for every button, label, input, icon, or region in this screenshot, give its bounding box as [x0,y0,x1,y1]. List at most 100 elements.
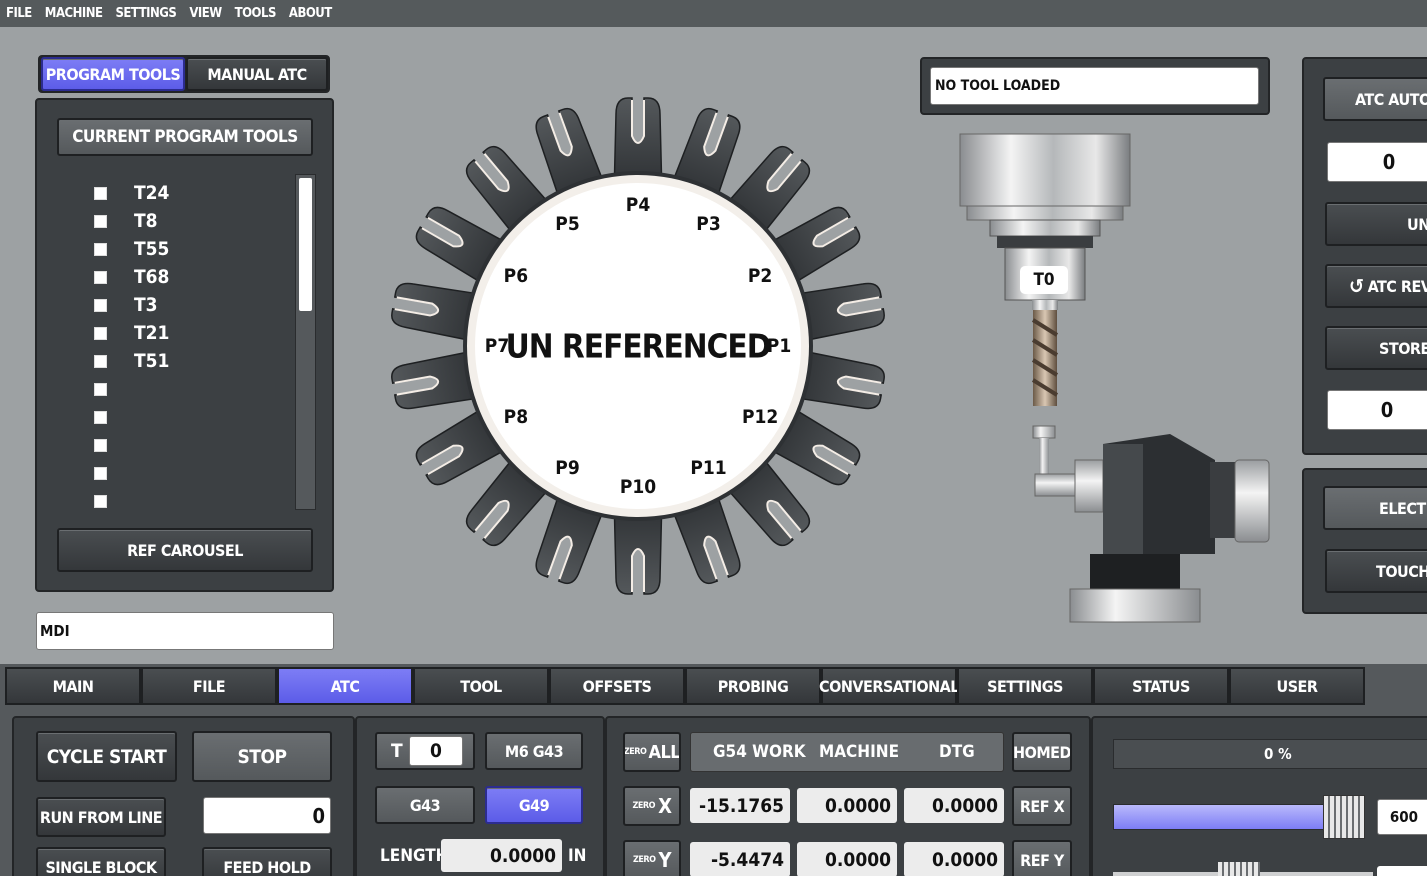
zero-y-axis-label: Y [658,848,672,872]
tool-number-input[interactable]: 0 [409,736,463,766]
tool-checkbox[interactable] [94,214,107,228]
tab-status[interactable]: STATUS [1093,667,1229,705]
tab-settings[interactable]: SETTINGS [957,667,1093,705]
tool-list-label: T3 [134,294,158,316]
tool-checkbox[interactable] [94,270,107,284]
tab-tool[interactable]: TOOL [413,667,549,705]
spindle-status-field: NO TOOL LOADED [930,67,1259,105]
menu-tools[interactable]: TOOLS [235,6,277,21]
tab-program-tools[interactable]: PROGRAM TOOLS [41,57,185,91]
x-machine-field: 0.0000 [797,788,897,823]
mdi-input[interactable]: MDI [36,612,334,650]
g49-button[interactable]: G49 [485,786,583,824]
tab-user[interactable]: USER [1229,667,1365,705]
homed-button[interactable]: HOMED [1012,732,1072,772]
tool-checkbox[interactable] [94,186,107,200]
tool-list-scrollbar[interactable] [295,174,316,510]
tool-length-field: 0.0000 [441,839,562,872]
tool-list-item[interactable] [58,375,134,403]
feed-hold-button[interactable]: FEED HOLD [202,847,332,876]
pocket-label: P8 [503,405,529,428]
tool-list-item[interactable]: T21 [58,319,169,347]
tool-checkbox[interactable] [94,410,107,424]
single-block-button[interactable]: SINGLE BLOCK [36,847,166,876]
atc-value-field-1[interactable]: 0 [1327,142,1427,182]
atc-value-field-2[interactable]: 0 [1327,390,1427,430]
tool-checkbox[interactable] [94,494,107,508]
tool-number-label: T [391,740,403,762]
tab-probing[interactable]: PROBING [685,667,821,705]
tool-list-item[interactable]: T51 [58,347,169,375]
ref-carousel-button[interactable]: REF CAROUSEL [57,528,313,572]
tool-checkbox[interactable] [94,354,107,368]
tool-checkbox[interactable] [94,298,107,312]
menu-machine[interactable]: MACHINE [45,6,103,21]
tool-list-item[interactable] [58,431,134,459]
atc-rev-button[interactable]: ↺ ATC REV [1325,264,1427,308]
rapid-override-handle[interactable] [1218,862,1260,876]
tool-list-item[interactable]: T8 [58,207,158,235]
tool-list-label: T24 [134,182,170,204]
scrollbar-thumb[interactable] [299,178,312,311]
tool-list-item[interactable] [58,459,134,487]
electronic-probe-button[interactable]: ELECTR [1323,486,1427,530]
pocket-label: P5 [555,212,580,235]
tab-offsets[interactable]: OFFSETS [549,667,685,705]
menu-about[interactable]: ABOUT [289,6,332,21]
tool-list-item[interactable] [58,487,134,515]
stop-button[interactable]: STOP [192,731,332,782]
g43-button[interactable]: G43 [375,786,475,824]
zero-y-button[interactable]: ZERO Y [623,840,681,876]
tool-checkbox[interactable] [94,242,107,256]
tab-atc[interactable]: ATC [277,667,413,705]
dro-header-machine: MACHINE [819,742,900,762]
y-work-field: -5.4474 [690,842,790,876]
tool-list-label: T21 [134,322,170,344]
run-from-line-button[interactable]: RUN FROM LINE [36,797,166,837]
tab-conversational[interactable]: CONVERSATIONAL [819,667,959,705]
dro-header-dtg: DTG [939,742,975,762]
tool-list-item[interactable]: T55 [58,235,169,263]
rapid-override-value[interactable] [1377,866,1427,876]
zero-x-small-label: ZERO [632,801,656,811]
carousel-status: UN REFERENCED [505,326,772,366]
atc-auto-button[interactable]: ATC AUTOM [1323,77,1427,121]
probe-tip-icon [1032,425,1056,439]
y-machine-field: 0.0000 [797,842,897,876]
ref-y-button[interactable]: REF Y [1012,840,1072,876]
zero-all-small-label: ZERO [623,747,647,757]
menu-bar: FILE MACHINE SETTINGS VIEW TOOLS ABOUT [0,0,1427,27]
touch-off-button[interactable]: TOUCH O [1325,549,1427,593]
tool-checkbox[interactable] [94,438,107,452]
tool-checkbox[interactable] [94,466,107,480]
tool-checkbox[interactable] [94,326,107,340]
atc-unload-button[interactable]: UNL [1325,202,1427,246]
zero-x-axis-label: X [658,794,672,818]
pocket-label: P3 [696,212,721,235]
m6-g43-button[interactable]: M6 G43 [485,732,583,770]
menu-settings[interactable]: SETTINGS [116,6,177,21]
dro-header-work: G54 WORK [713,742,806,762]
cycle-start-button[interactable]: CYCLE START [36,731,177,782]
run-from-line-input[interactable]: 0 [203,797,331,834]
tool-setter-graphic [1032,425,1270,623]
tab-manual-atc[interactable]: MANUAL ATC [186,57,328,91]
menu-view[interactable]: VIEW [189,6,222,21]
spindle-load-bar: 0 % [1113,739,1427,769]
zero-x-button[interactable]: ZERO X [623,786,681,826]
tool-checkbox[interactable] [94,382,107,396]
feed-override-handle[interactable] [1323,795,1365,839]
menu-file[interactable]: FILE [6,6,32,21]
tool-list-item[interactable]: T24 [58,179,169,207]
feed-override-value[interactable]: 600 [1377,799,1427,835]
tool-list-item[interactable]: T68 [58,263,169,291]
tool-list-label: T8 [134,210,158,232]
tool-list-item[interactable]: T3 [58,291,158,319]
tool-list-item[interactable] [58,403,134,431]
zero-all-button[interactable]: ZERO ALL [623,732,681,772]
store-tool-button[interactable]: STORE T [1325,326,1427,370]
zero-y-small-label: ZERO [632,855,656,865]
tab-main[interactable]: MAIN [5,667,141,705]
tab-file[interactable]: FILE [141,667,277,705]
ref-x-button[interactable]: REF X [1012,786,1072,826]
